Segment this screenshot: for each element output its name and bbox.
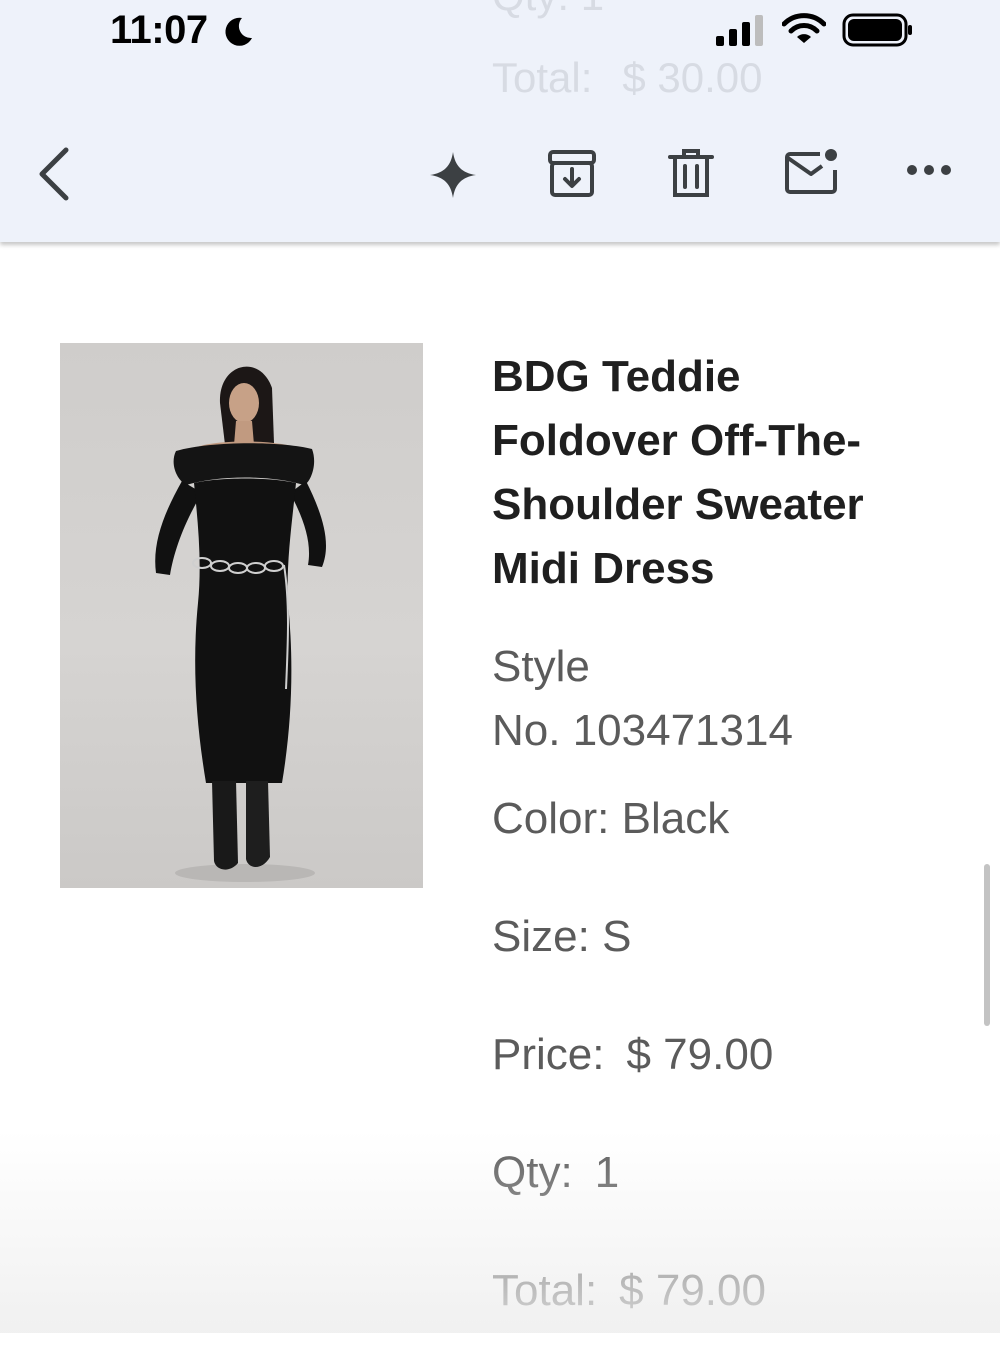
sparkle-icon[interactable] [428,150,478,200]
more-icon[interactable] [906,160,952,180]
price-row: Price: $ 79.00 [492,1030,774,1079]
wifi-icon [782,13,826,43]
product-details: BDG Teddie Foldover Off-The-Shoulder Swe… [492,345,962,1350]
battery-icon [842,13,912,47]
style-number: Style No. 103471314 [492,642,793,755]
product-image[interactable] [60,343,423,888]
background-total: Total: $ 30.00 [492,54,763,101]
qty-row: Qty: 1 [492,1148,620,1197]
background-qty: Qty: 1 [492,0,604,20]
size-row: Size: S [492,912,632,961]
color-row: Color: Black [492,794,730,843]
scrollbar[interactable] [984,864,990,1026]
back-icon[interactable] [34,146,74,202]
total-row: Total: $ 79.00 [492,1266,766,1315]
cellular-signal-icon [716,15,763,46]
top-app-bar: Qty: 1 Total:$ 30.00 11:07 [0,0,1000,242]
archive-icon[interactable] [546,148,598,200]
trash-icon[interactable] [668,148,714,200]
status-time: 11:07 [110,8,208,52]
mark-unread-icon[interactable] [784,146,840,198]
product-title[interactable]: BDG Teddie Foldover Off-The-Shoulder Swe… [492,345,892,601]
moon-icon [225,17,252,46]
